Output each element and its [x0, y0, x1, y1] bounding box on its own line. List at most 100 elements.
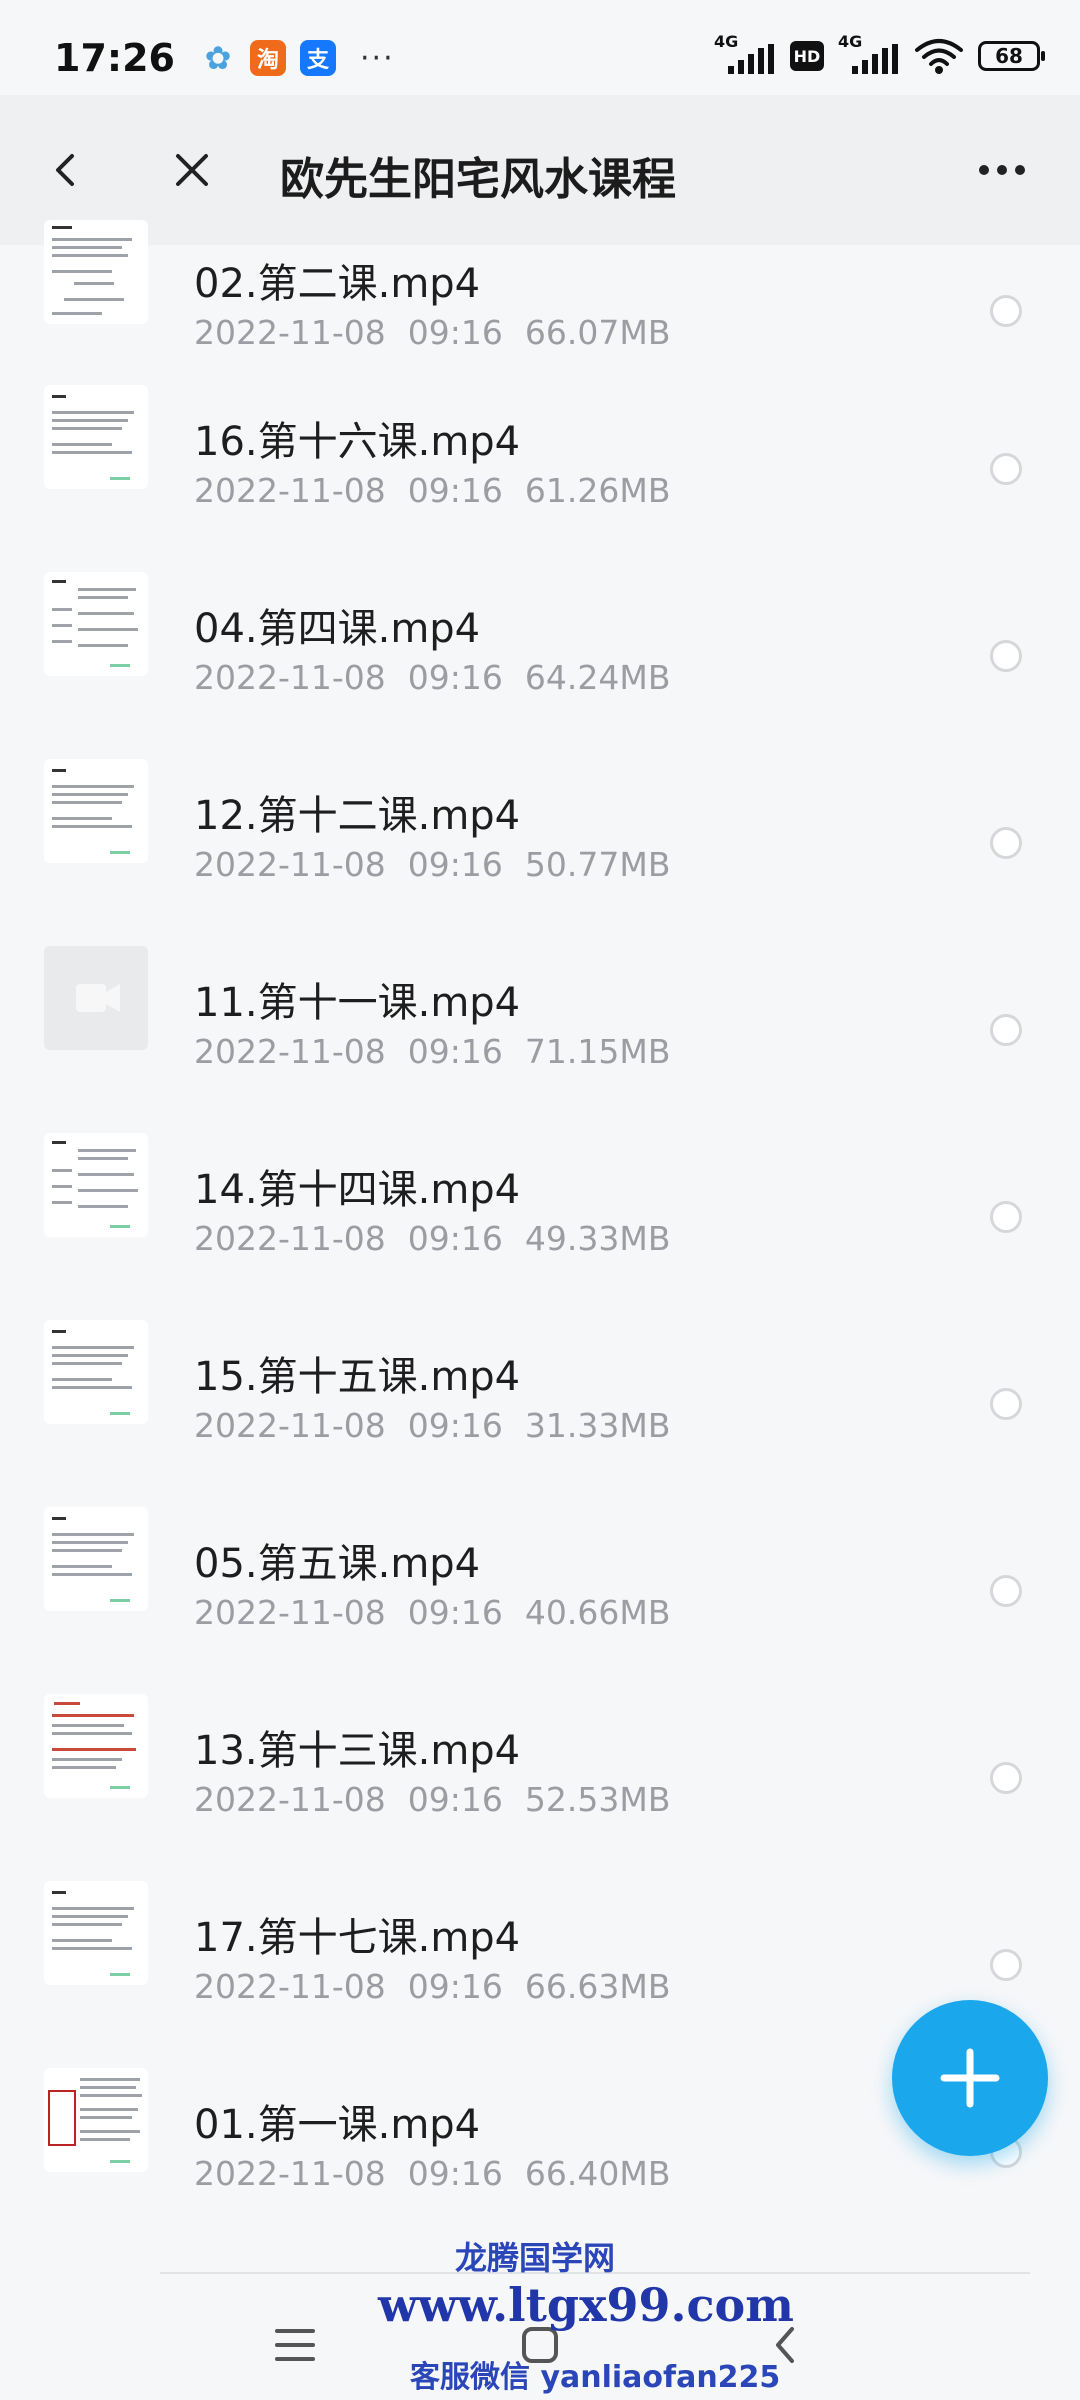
file-row[interactable]: 14.第十四课.mp4 2022-11-08 09:16 49.33MB — [0, 1103, 1080, 1290]
file-time: 09:16 — [407, 471, 503, 510]
file-row[interactable]: 17.第十七课.mp4 2022-11-08 09:16 66.63MB — [0, 1851, 1080, 2038]
select-radio[interactable] — [990, 1201, 1022, 1233]
file-date: 2022-11-08 — [194, 471, 386, 510]
document-thumbnail — [44, 220, 148, 324]
status-bar: 17:26 ✿ 淘 支 ··· 4G HD 4G 68 — [0, 0, 1080, 95]
file-row[interactable]: 13.第十三课.mp4 2022-11-08 09:16 52.53MB — [0, 1664, 1080, 1851]
file-date: 2022-11-08 — [194, 845, 386, 884]
file-meta: 2022-11-08 09:16 66.40MB — [194, 2154, 692, 2193]
file-name: 01.第一课.mp4 — [194, 2102, 481, 2148]
document-thumbnail — [44, 1133, 148, 1237]
select-radio[interactable] — [990, 640, 1022, 672]
file-time: 09:16 — [407, 1967, 503, 2006]
file-size: 66.40MB — [524, 2154, 671, 2193]
file-date: 2022-11-08 — [194, 1593, 386, 1632]
document-thumbnail — [44, 1507, 148, 1611]
flower-icon: ✿ — [204, 39, 232, 77]
file-meta: 2022-11-08 09:16 49.33MB — [194, 1219, 692, 1258]
file-name: 04.第四课.mp4 — [194, 606, 481, 652]
file-size: 66.07MB — [524, 313, 671, 352]
file-meta: 2022-11-08 09:16 52.53MB — [194, 1780, 692, 1819]
file-size: 71.15MB — [524, 1032, 671, 1071]
video-camera-icon — [76, 984, 120, 1012]
seal-image — [48, 2090, 76, 2146]
file-date: 2022-11-08 — [194, 658, 386, 697]
video-thumbnail — [44, 946, 148, 1050]
file-size: 40.66MB — [524, 1593, 671, 1632]
file-row[interactable]: 16.第十六课.mp4 2022-11-08 09:16 61.26MB — [0, 355, 1080, 542]
file-name: 12.第十二课.mp4 — [194, 793, 521, 839]
file-date: 2022-11-08 — [194, 1219, 386, 1258]
select-radio[interactable] — [990, 1949, 1022, 1981]
plus-icon — [940, 2048, 1000, 2108]
file-meta: 2022-11-08 09:16 71.15MB — [194, 1032, 692, 1071]
file-row[interactable]: 12.第十二课.mp4 2022-11-08 09:16 50.77MB — [0, 729, 1080, 916]
file-name: 17.第十七课.mp4 — [194, 1915, 521, 1961]
file-time: 09:16 — [407, 1780, 503, 1819]
file-time: 09:16 — [407, 1406, 503, 1445]
select-radio[interactable] — [990, 1762, 1022, 1794]
close-icon — [176, 154, 208, 186]
close-button[interactable] — [152, 130, 232, 210]
file-name: 11.第十一课.mp4 — [194, 980, 521, 1026]
watermark-site-name: 龙腾国学网 — [455, 2239, 616, 2277]
file-meta: 2022-11-08 09:16 50.77MB — [194, 845, 692, 884]
battery-indicator: 68 — [978, 41, 1045, 71]
more-notifications-icon: ··· — [360, 40, 395, 76]
file-meta: 2022-11-08 09:16 61.26MB — [194, 471, 692, 510]
file-date: 2022-11-08 — [194, 2154, 386, 2193]
file-name: 05.第五课.mp4 — [194, 1541, 481, 1587]
file-date: 2022-11-08 — [194, 1406, 386, 1445]
file-row[interactable]: 11.第十一课.mp4 2022-11-08 09:16 71.15MB — [0, 916, 1080, 1103]
file-meta: 2022-11-08 09:16 40.66MB — [194, 1593, 692, 1632]
file-date: 2022-11-08 — [194, 313, 386, 352]
file-row[interactable]: 04.第四课.mp4 2022-11-08 09:16 64.24MB — [0, 542, 1080, 729]
file-size: 52.53MB — [524, 1780, 671, 1819]
select-radio[interactable] — [990, 1014, 1022, 1046]
select-radio[interactable] — [990, 1388, 1022, 1420]
file-row[interactable]: 05.第五课.mp4 2022-11-08 09:16 40.66MB — [0, 1477, 1080, 1664]
signal-4g-icon: 4G — [838, 32, 900, 76]
file-time: 09:16 — [407, 1593, 503, 1632]
file-row[interactable]: 02.第二课.mp4 2022-11-08 09:16 66.07MB — [0, 220, 1080, 355]
file-meta: 2022-11-08 09:16 66.07MB — [194, 313, 692, 352]
file-name: 15.第十五课.mp4 — [194, 1354, 521, 1400]
document-thumbnail — [44, 1320, 148, 1424]
file-date: 2022-11-08 — [194, 1780, 386, 1819]
watermark-url: www.ltgx99.com — [378, 2278, 794, 2332]
document-thumbnail — [44, 385, 148, 489]
back-button[interactable] — [26, 130, 106, 210]
status-time: 17:26 — [54, 36, 175, 80]
document-thumbnail — [44, 1694, 148, 1798]
file-time: 09:16 — [407, 1032, 503, 1071]
file-time: 09:16 — [407, 658, 503, 697]
file-size: 64.24MB — [524, 658, 671, 697]
file-time: 09:16 — [407, 1219, 503, 1258]
signal-4g-icon: 4G — [714, 32, 776, 76]
document-thumbnail — [44, 759, 148, 863]
select-radio[interactable] — [990, 1575, 1022, 1607]
document-thumbnail — [44, 1881, 148, 1985]
alipay-icon: 支 — [300, 40, 336, 76]
file-name: 02.第二课.mp4 — [194, 261, 481, 307]
wifi-icon — [915, 39, 963, 74]
nav-menu-button[interactable] — [255, 2305, 335, 2385]
file-name: 14.第十四课.mp4 — [194, 1167, 521, 1213]
select-radio[interactable] — [990, 453, 1022, 485]
status-right: 4G HD 4G 68 — [714, 32, 1045, 76]
file-meta: 2022-11-08 09:16 31.33MB — [194, 1406, 692, 1445]
document-thumbnail — [44, 2068, 148, 2172]
taobao-icon: 淘 — [250, 40, 286, 76]
file-size: 31.33MB — [524, 1406, 671, 1445]
hd-icon: HD — [790, 41, 824, 71]
select-radio[interactable] — [990, 295, 1022, 327]
more-options-button[interactable] — [962, 130, 1042, 210]
file-name: 16.第十六课.mp4 — [194, 419, 521, 465]
select-radio[interactable] — [990, 827, 1022, 859]
page-title: 欧先生阳宅风水课程 — [280, 154, 676, 205]
file-row[interactable]: 15.第十五课.mp4 2022-11-08 09:16 31.33MB — [0, 1290, 1080, 1477]
file-date: 2022-11-08 — [194, 1032, 386, 1071]
add-button[interactable] — [892, 2000, 1048, 2156]
chevron-left-icon — [56, 154, 74, 186]
file-size: 61.26MB — [524, 471, 671, 510]
